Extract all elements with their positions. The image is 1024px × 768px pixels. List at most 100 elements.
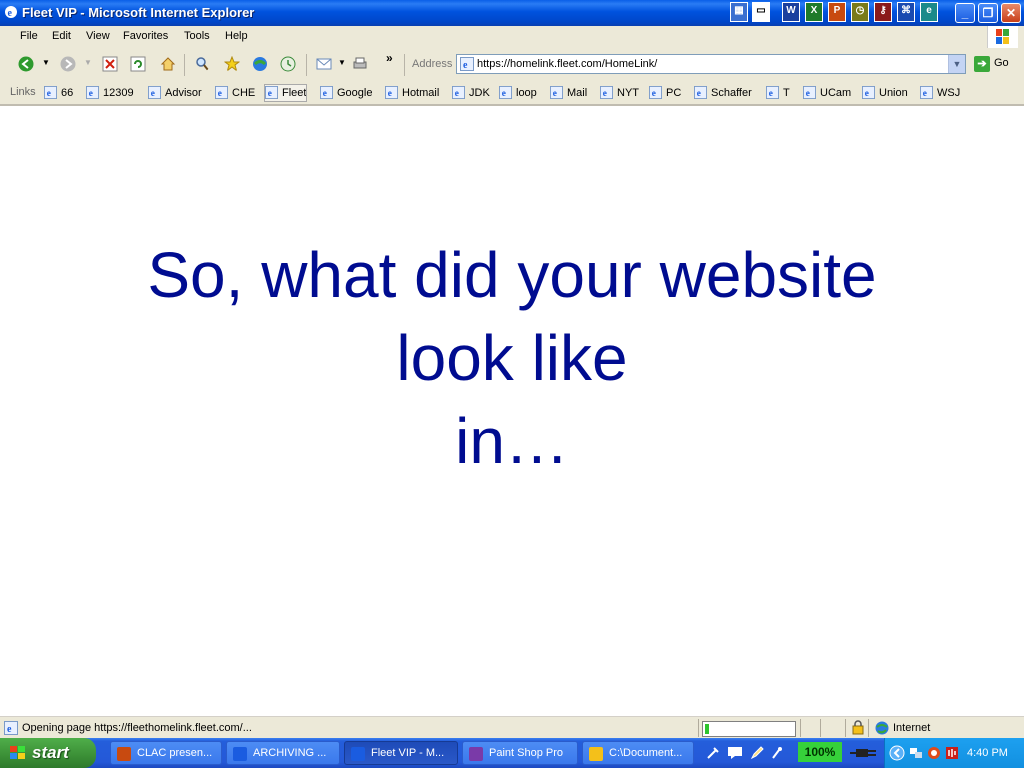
link-wsj[interactable]: e WSJ [920,85,960,101]
menu-file[interactable]: File [20,30,38,42]
task-app-icon [351,747,365,761]
address-input[interactable] [477,57,947,71]
link-fleet[interactable]: e Fleet [263,84,308,102]
security-tray-icon[interactable] [927,746,941,760]
print-icon[interactable] [352,56,368,72]
link-ie-icon: e [499,86,512,99]
link-t[interactable]: eT [766,85,790,101]
forward-dropdown-icon[interactable]: ▼ [84,58,92,67]
network-app-icon[interactable]: ⌘ [897,2,915,22]
menu-favorites[interactable]: Favorites [123,30,168,42]
quicklaunch-pen-icon[interactable] [750,746,764,760]
key-icon[interactable]: ⚷ [874,2,892,22]
go-button[interactable]: ➔ Go [972,55,1020,73]
link-nyt[interactable]: e NYT [600,85,639,101]
start-button[interactable]: start [0,738,96,768]
forward-icon[interactable] [60,56,76,72]
task-app-icon [589,747,603,761]
media-icon[interactable] [252,56,268,72]
task-paint-shop-pro[interactable]: Paint Shop Pro [462,741,578,765]
title-bar[interactable]: e Fleet VIP - Microsoft Internet Explore… [0,0,1024,26]
go-label: Go [994,57,1009,69]
task-app-icon [233,747,247,761]
clock[interactable]: 4:40 PM [967,747,1008,759]
link-label: 66 [61,87,74,99]
task-clac-presentation[interactable]: CLAC presen... [110,741,222,765]
address-dropdown-icon[interactable]: ▼ [948,55,965,73]
link-pc[interactable]: e PC [649,85,681,101]
link-union[interactable]: e Union [862,85,908,101]
svg-text:e: e [388,89,392,99]
task-archiving[interactable]: ARCHIVING ... [226,741,340,765]
svg-text:e: e [47,89,51,99]
mail-icon[interactable] [316,56,332,72]
link-ucam[interactable]: e UCam [803,85,851,101]
quicklaunch-chat-icon[interactable] [727,746,743,760]
search-icon[interactable] [194,56,210,72]
ie-quick-icon[interactable]: e [920,2,938,22]
maximize-button[interactable]: ❐ [978,3,998,23]
address-bar[interactable]: e ▼ [456,54,966,74]
menu-view[interactable]: View [86,30,110,42]
svg-text:e: e [7,724,12,735]
link-hotmail[interactable]: e Hotmail [385,85,439,101]
link-ie-icon: e [694,86,707,99]
refresh-icon[interactable] [130,56,146,72]
window-title: Fleet VIP - Microsoft Internet Explorer [22,5,255,20]
link-schaffer[interactable]: e Schaffer [694,85,752,101]
menu-help[interactable]: Help [225,30,248,42]
zoom-level-badge[interactable]: 100% [798,742,842,762]
menu-tools[interactable]: Tools [184,30,210,42]
link-ie-icon: e [649,86,662,99]
link-jdk[interactable]: e JDK [452,85,490,101]
link-12309[interactable]: e 12309 [86,85,134,101]
link-google[interactable]: e Google [320,85,372,101]
internet-globe-icon [875,721,889,735]
quicklaunch-window-icon[interactable]: ▭ [752,2,770,22]
link-advisor[interactable]: e Advisor [148,85,202,101]
link-che[interactable]: e CHE [215,85,255,101]
toolbar-more-icon[interactable]: » [386,51,393,65]
headline-line-2: look like [396,322,628,394]
status-page-icon: e [4,721,18,735]
menu-edit[interactable]: Edit [52,30,71,42]
task-fleet-vip[interactable]: Fleet VIP - M... [344,741,458,765]
network-icon[interactable] [909,746,923,760]
link-label: WSJ [937,87,961,99]
favorites-star-icon[interactable] [224,56,240,72]
history-icon[interactable] [280,56,296,72]
svg-text:e: e [923,89,927,99]
mail-dropdown-icon[interactable]: ▼ [338,58,346,67]
task-documents-folder[interactable]: C:\Document... [582,741,694,765]
link-mail[interactable]: e Mail [550,85,587,101]
link-label: Mail [567,87,588,99]
back-dropdown-icon[interactable]: ▼ [42,58,50,67]
power-plug-icon[interactable] [850,747,878,759]
page-ie-icon: e [460,57,474,71]
svg-text:e: e [502,89,506,99]
excel-icon[interactable]: X [805,2,823,22]
link-ie-icon: e [550,86,563,99]
quicklaunch-tool-icon[interactable] [706,746,720,760]
minimize-button[interactable]: _ [955,3,975,23]
quicklaunch-brush-icon[interactable] [770,746,784,760]
svg-text:e: e [463,60,468,71]
close-button[interactable]: ✕ [1001,3,1021,23]
quicklaunch-app-icon[interactable]: ▦ [730,2,748,22]
stop-icon[interactable] [102,56,118,72]
link-loop[interactable]: e loop [499,85,537,101]
tray-expand-icon[interactable] [889,745,905,761]
link-66[interactable]: e 66 [44,85,73,101]
back-icon[interactable] [18,56,34,72]
home-icon[interactable] [160,56,176,72]
security-zone: Internet [893,722,931,734]
headline-line-1: So, what did your website [147,239,877,311]
link-ie-icon: e [600,86,613,99]
start-label: start [32,743,69,762]
powerpoint-icon[interactable]: P [828,2,846,22]
clock-app-icon[interactable]: ◷ [851,2,869,22]
volume-icon[interactable] [945,746,959,760]
link-label: Fleet [282,87,307,99]
word-icon[interactable]: W [782,2,800,22]
link-ie-icon: e [148,86,161,99]
